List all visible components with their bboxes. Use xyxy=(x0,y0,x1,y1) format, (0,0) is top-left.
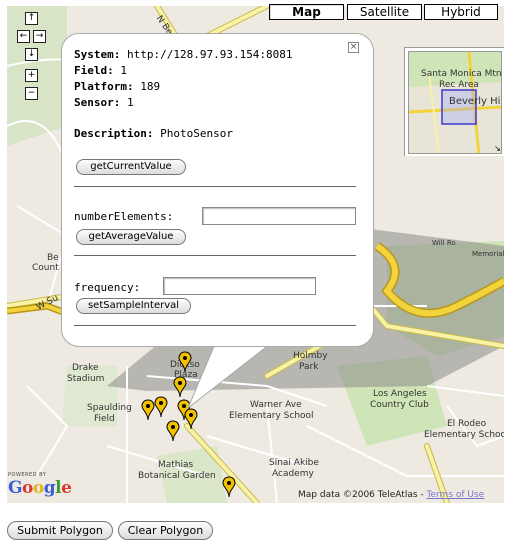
map-type-hybrid-button[interactable]: Hybrid xyxy=(424,4,498,20)
sensor-marker[interactable] xyxy=(141,399,155,421)
get-average-value-button[interactable]: getAverageValue xyxy=(76,229,186,245)
submit-polygon-button[interactable]: Submit Polygon xyxy=(7,521,113,540)
close-popup-icon[interactable]: × xyxy=(348,42,359,53)
pan-right-button[interactable]: → xyxy=(33,30,46,43)
google-logo-letter: g xyxy=(43,478,56,498)
set-sample-interval-button[interactable]: setSampleInterval xyxy=(76,298,191,314)
google-logo[interactable]: Google xyxy=(8,478,72,498)
place-label: Country Club xyxy=(370,400,429,410)
place-label: Park xyxy=(299,362,319,372)
google-logo-letter: o xyxy=(22,478,33,498)
place-label: Mathias xyxy=(158,460,194,470)
sensor-marker[interactable] xyxy=(154,396,168,418)
place-label: Elementary School xyxy=(424,430,504,440)
clear-polygon-button[interactable]: Clear Polygon xyxy=(118,521,213,540)
number-elements-input[interactable] xyxy=(202,207,356,225)
place-label: Los Angeles xyxy=(373,389,427,399)
place-label: Beverly Hill xyxy=(449,96,502,107)
collapse-overview-icon[interactable]: ↘ xyxy=(493,145,501,153)
sensor-marker[interactable] xyxy=(166,420,180,442)
map-copyright: Map data ©2006 TeleAtlas - Terms of Use xyxy=(298,490,485,500)
place-label: Spaulding xyxy=(87,403,132,413)
place-label: Botanical Garden xyxy=(138,471,216,481)
zoom-out-button[interactable]: − xyxy=(25,87,38,100)
place-label: Will Ro xyxy=(432,239,456,247)
divider xyxy=(74,255,356,256)
sensor-marker[interactable] xyxy=(178,351,192,373)
place-label: Elementary School xyxy=(229,411,314,421)
place-label: Warner Ave xyxy=(250,400,302,410)
place-label: Academy xyxy=(272,469,314,479)
divider xyxy=(74,186,356,187)
map-type-satellite-button[interactable]: Satellite xyxy=(347,4,422,20)
sensor-marker[interactable] xyxy=(173,376,187,398)
place-label: Memorial xyxy=(472,250,504,258)
description-line: Description: PhotoSensor xyxy=(74,127,233,140)
google-logo-letter: G xyxy=(8,478,23,498)
sensor-marker[interactable] xyxy=(184,408,198,430)
number-elements-label: numberElements: xyxy=(74,210,174,223)
place-label: Holmby xyxy=(293,351,328,361)
pan-down-button[interactable]: ↓ xyxy=(25,48,38,61)
map-type-map-button[interactable]: Map xyxy=(269,4,344,20)
place-label: Santa Monica Mtn xyxy=(421,69,502,79)
google-logo-letter: e xyxy=(61,478,72,498)
place-label: Stadium xyxy=(67,374,105,384)
place-label: Count xyxy=(32,263,59,273)
platform-line: Platform: 189 xyxy=(74,80,161,93)
zoom-in-button[interactable]: + xyxy=(25,69,38,82)
place-label: Sinai Akibe xyxy=(269,458,319,468)
place-label: Drake xyxy=(72,363,99,373)
frequency-input[interactable] xyxy=(163,277,316,295)
place-label: Rec Area xyxy=(439,80,479,90)
google-logo-letter: o xyxy=(32,478,44,498)
sensor-marker[interactable] xyxy=(222,476,236,498)
divider xyxy=(74,325,356,326)
pan-up-button[interactable]: ↑ xyxy=(25,12,38,25)
place-label: Field xyxy=(94,414,115,424)
place-label: El Rodeo xyxy=(447,419,487,429)
system-line: System: http://128.97.93.154:8081 xyxy=(74,48,293,61)
pan-left-button[interactable]: ← xyxy=(17,30,30,43)
overview-map[interactable]: Santa Monica Mtn Rec Area Beverly Hill ↘ xyxy=(404,47,504,156)
frequency-label: frequency: xyxy=(74,281,141,294)
get-current-value-button[interactable]: getCurrentValue xyxy=(76,159,186,175)
place-label: Be xyxy=(47,253,59,263)
terms-of-use-link[interactable]: Terms of Use xyxy=(427,490,485,500)
field-line: Field: 1 xyxy=(74,64,127,77)
sensor-line: Sensor: 1 xyxy=(74,96,134,109)
